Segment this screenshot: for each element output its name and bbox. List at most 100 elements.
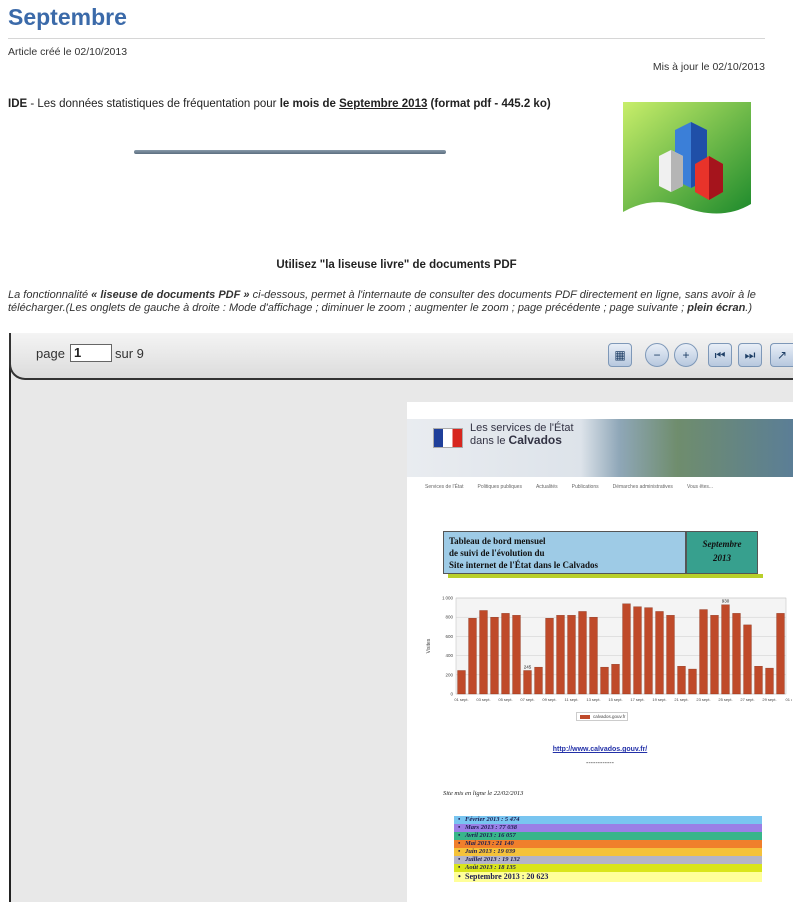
dashboard-month-box: Septembre 2013 xyxy=(686,531,758,574)
bar xyxy=(710,615,719,695)
bar xyxy=(512,615,521,695)
fullscreen-button[interactable]: ↗ xyxy=(770,343,793,367)
display-mode-icon: ▦ xyxy=(614,348,626,362)
bar xyxy=(490,617,499,695)
page-number-input[interactable]: 1 xyxy=(70,344,112,362)
stat-row: • Août 2013 : 18 135 xyxy=(454,864,762,872)
bar xyxy=(523,670,532,695)
bar xyxy=(743,624,752,695)
bar xyxy=(578,611,587,695)
y-tick-label: 1 000 xyxy=(442,596,453,601)
stat-row: • Juillet 2013 : 19 132 xyxy=(454,856,762,864)
x-tick-label: 03 sept. xyxy=(476,697,490,702)
stat-row: • Février 2013 : 5 474 xyxy=(454,816,762,824)
bar xyxy=(732,613,741,695)
bar xyxy=(545,618,554,695)
x-tick-label: 07 sept. xyxy=(520,697,534,702)
x-tick-label: 13 sept. xyxy=(586,697,600,702)
doc-nav-item: Publications xyxy=(571,483,599,490)
next-page-button[interactable]: ⏭ xyxy=(738,343,762,367)
stat-row: • Avril 2013 : 16 057 xyxy=(454,832,762,840)
doc-nav-item: Actualités xyxy=(535,483,558,490)
x-tick-label: 05 sept. xyxy=(498,697,512,702)
chart-legend: calvados.gouv.fr xyxy=(576,712,628,721)
online-date: Site mis en ligne le 22/02/2013 xyxy=(443,790,524,797)
y-tick-label: 600 xyxy=(445,634,453,639)
doc-nav-item: Politiques publiques xyxy=(477,483,522,490)
doc-nav-item: Services de l'État xyxy=(425,483,464,490)
bar xyxy=(699,609,708,695)
separator-dashes: ------------ xyxy=(586,760,614,767)
bar xyxy=(655,611,664,695)
display-mode-button[interactable]: ▦ xyxy=(608,343,632,367)
data-label: 245 xyxy=(524,664,532,669)
zoom-in-icon: + xyxy=(682,348,690,362)
y-axis-label: Visites xyxy=(426,638,432,653)
bar xyxy=(589,617,598,695)
x-tick-label: 23 sept. xyxy=(696,697,710,702)
bar xyxy=(600,666,609,695)
bar xyxy=(479,610,488,695)
y-tick-label: 800 xyxy=(445,615,453,620)
x-tick-label: 09 sept. xyxy=(542,697,556,702)
visits-bar-chart: 0 200 400 600 800 1 000 Visites 245 930 01 sept. 0… xyxy=(426,596,792,703)
doc-banner xyxy=(407,419,793,477)
next-page-icon: ⏭ xyxy=(744,347,756,362)
bar xyxy=(556,615,565,695)
dashboard-title-box: Tableau de bord mensuel de suivi de l'év… xyxy=(443,531,686,574)
x-tick-label: 15 sept. xyxy=(608,697,622,702)
data-label: 930 xyxy=(722,599,730,604)
x-tick-label: 01 sept. xyxy=(454,697,468,702)
x-tick-label: 29 sept. xyxy=(762,697,776,702)
bar xyxy=(457,670,466,695)
reader-description: La fonctionnalité « liseuse de documents… xyxy=(8,289,756,314)
bar xyxy=(468,618,477,695)
marianne-flag-icon xyxy=(433,428,463,448)
page-title: Septembre xyxy=(8,4,127,30)
intro-prefix: IDE xyxy=(8,98,28,110)
pdf-link[interactable]: Septembre 2013 xyxy=(339,98,427,110)
y-tick-label: 200 xyxy=(445,672,453,677)
bar xyxy=(776,613,785,695)
bar xyxy=(721,604,730,695)
x-tick-label: 25 sept. xyxy=(718,697,732,702)
x-tick-label: 17 sept. xyxy=(630,697,644,702)
created-date: Article créé le 02/10/2013 xyxy=(8,46,128,58)
doc-navbar: Services de l'État Politiques publiques … xyxy=(425,480,793,493)
y-tick-label: 0 xyxy=(450,692,453,697)
stat-row: • Juin 2013 : 19 039 xyxy=(454,848,762,856)
banner-title: Les services de l'État dans le Calvados xyxy=(470,422,574,447)
title-divider xyxy=(8,38,765,39)
x-tick-label: 01 oct. xyxy=(785,697,792,702)
bar xyxy=(666,615,675,695)
decorative-bar xyxy=(134,150,446,154)
previous-page-icon: ⏮ xyxy=(714,347,726,362)
zoom-out-button[interactable]: − xyxy=(645,343,669,367)
intro-text: IDE - Les données statistiques de fréque… xyxy=(8,98,551,110)
bar xyxy=(611,664,620,695)
bar xyxy=(534,666,543,695)
bar xyxy=(567,615,576,695)
legend-swatch xyxy=(580,714,590,719)
box-underline xyxy=(448,574,763,578)
bar xyxy=(501,613,510,695)
zoom-in-button[interactable]: + xyxy=(674,343,698,367)
previous-page-button[interactable]: ⏮ xyxy=(708,343,732,367)
monthly-stats-list: • Février 2013 : 5 474 • Mars 2013 : 77 038… xyxy=(454,816,762,882)
stat-row: • Septembre 2013 : 20 623 xyxy=(454,872,762,882)
site-link[interactable]: http://www.calvados.gouv.fr/ xyxy=(407,746,793,753)
doc-nav-item: Démarches administratives xyxy=(612,483,673,490)
x-tick-label: 19 sept. xyxy=(652,697,666,702)
page-total: sur 9 xyxy=(115,346,144,361)
doc-nav-item: Vous êtes... xyxy=(686,483,714,490)
bar xyxy=(633,606,642,695)
zoom-out-icon: − xyxy=(653,348,661,362)
x-tick-label: 11 sept. xyxy=(565,697,579,702)
bar xyxy=(677,666,686,695)
stat-row: • Mars 2013 : 77 038 xyxy=(454,824,762,832)
bar xyxy=(754,666,763,695)
statistics-logo-icon[interactable] xyxy=(621,100,753,218)
page-label: page xyxy=(36,346,65,361)
bar xyxy=(622,603,631,695)
reader-title: Utilisez "la liseuse livre" de documents… xyxy=(276,259,517,271)
